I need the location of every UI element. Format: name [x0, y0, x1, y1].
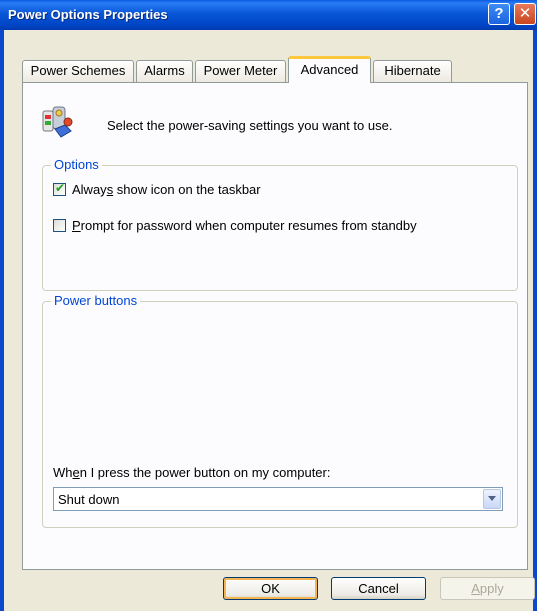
- close-button[interactable]: ✕: [514, 3, 536, 25]
- chevron-down-icon: [488, 496, 496, 501]
- always-show-icon-checkbox[interactable]: ✔: [53, 181, 66, 196]
- help-button[interactable]: ?: [488, 3, 510, 25]
- prompt-password-row[interactable]: Prompt for password when computer resume…: [53, 218, 417, 233]
- header-instruction: Select the power-saving settings you wan…: [107, 118, 393, 133]
- tab-advanced[interactable]: Advanced: [288, 56, 371, 83]
- tab-hibernate[interactable]: Hibernate: [373, 60, 452, 82]
- dialog-window: Power Options Properties ? ✕ Power Schem…: [0, 0, 537, 611]
- options-legend: Options: [51, 157, 102, 172]
- window-frame-left: [0, 30, 4, 611]
- cancel-button[interactable]: Cancel: [331, 577, 426, 600]
- apply-button[interactable]: Apply: [440, 577, 535, 600]
- ok-button[interactable]: OK: [223, 577, 318, 600]
- dropdown-button[interactable]: [483, 489, 501, 509]
- window-title: Power Options Properties: [8, 7, 168, 22]
- always-show-icon-row[interactable]: ✔ Always show icon on the taskbar: [53, 181, 261, 197]
- title-bar[interactable]: Power Options Properties ? ✕: [0, 0, 537, 30]
- power-button-action-label: When I press the power button on my comp…: [53, 465, 331, 480]
- tab-power-meter[interactable]: Power Meter: [195, 60, 286, 82]
- tab-power-schemes[interactable]: Power Schemes: [22, 60, 134, 82]
- tab-panel-advanced: Select the power-saving settings you wan…: [22, 82, 528, 570]
- power-button-action-dropdown[interactable]: Shut down: [53, 487, 503, 511]
- checkmark-icon: ✔: [55, 181, 66, 195]
- always-show-icon-label[interactable]: Always show icon on the taskbar: [72, 182, 261, 197]
- options-group: Options ✔ Always show icon on the taskba…: [42, 157, 518, 291]
- prompt-password-label[interactable]: Prompt for password when computer resume…: [72, 218, 417, 233]
- power-buttons-group: Power buttons When I press the power but…: [42, 293, 518, 528]
- window-frame-right: [533, 30, 537, 611]
- power-buttons-legend: Power buttons: [51, 293, 141, 308]
- tab-alarms[interactable]: Alarms: [136, 60, 193, 82]
- prompt-password-checkbox[interactable]: [53, 219, 66, 232]
- power-settings-icon: [42, 106, 73, 138]
- dropdown-selected-value: Shut down: [58, 492, 120, 507]
